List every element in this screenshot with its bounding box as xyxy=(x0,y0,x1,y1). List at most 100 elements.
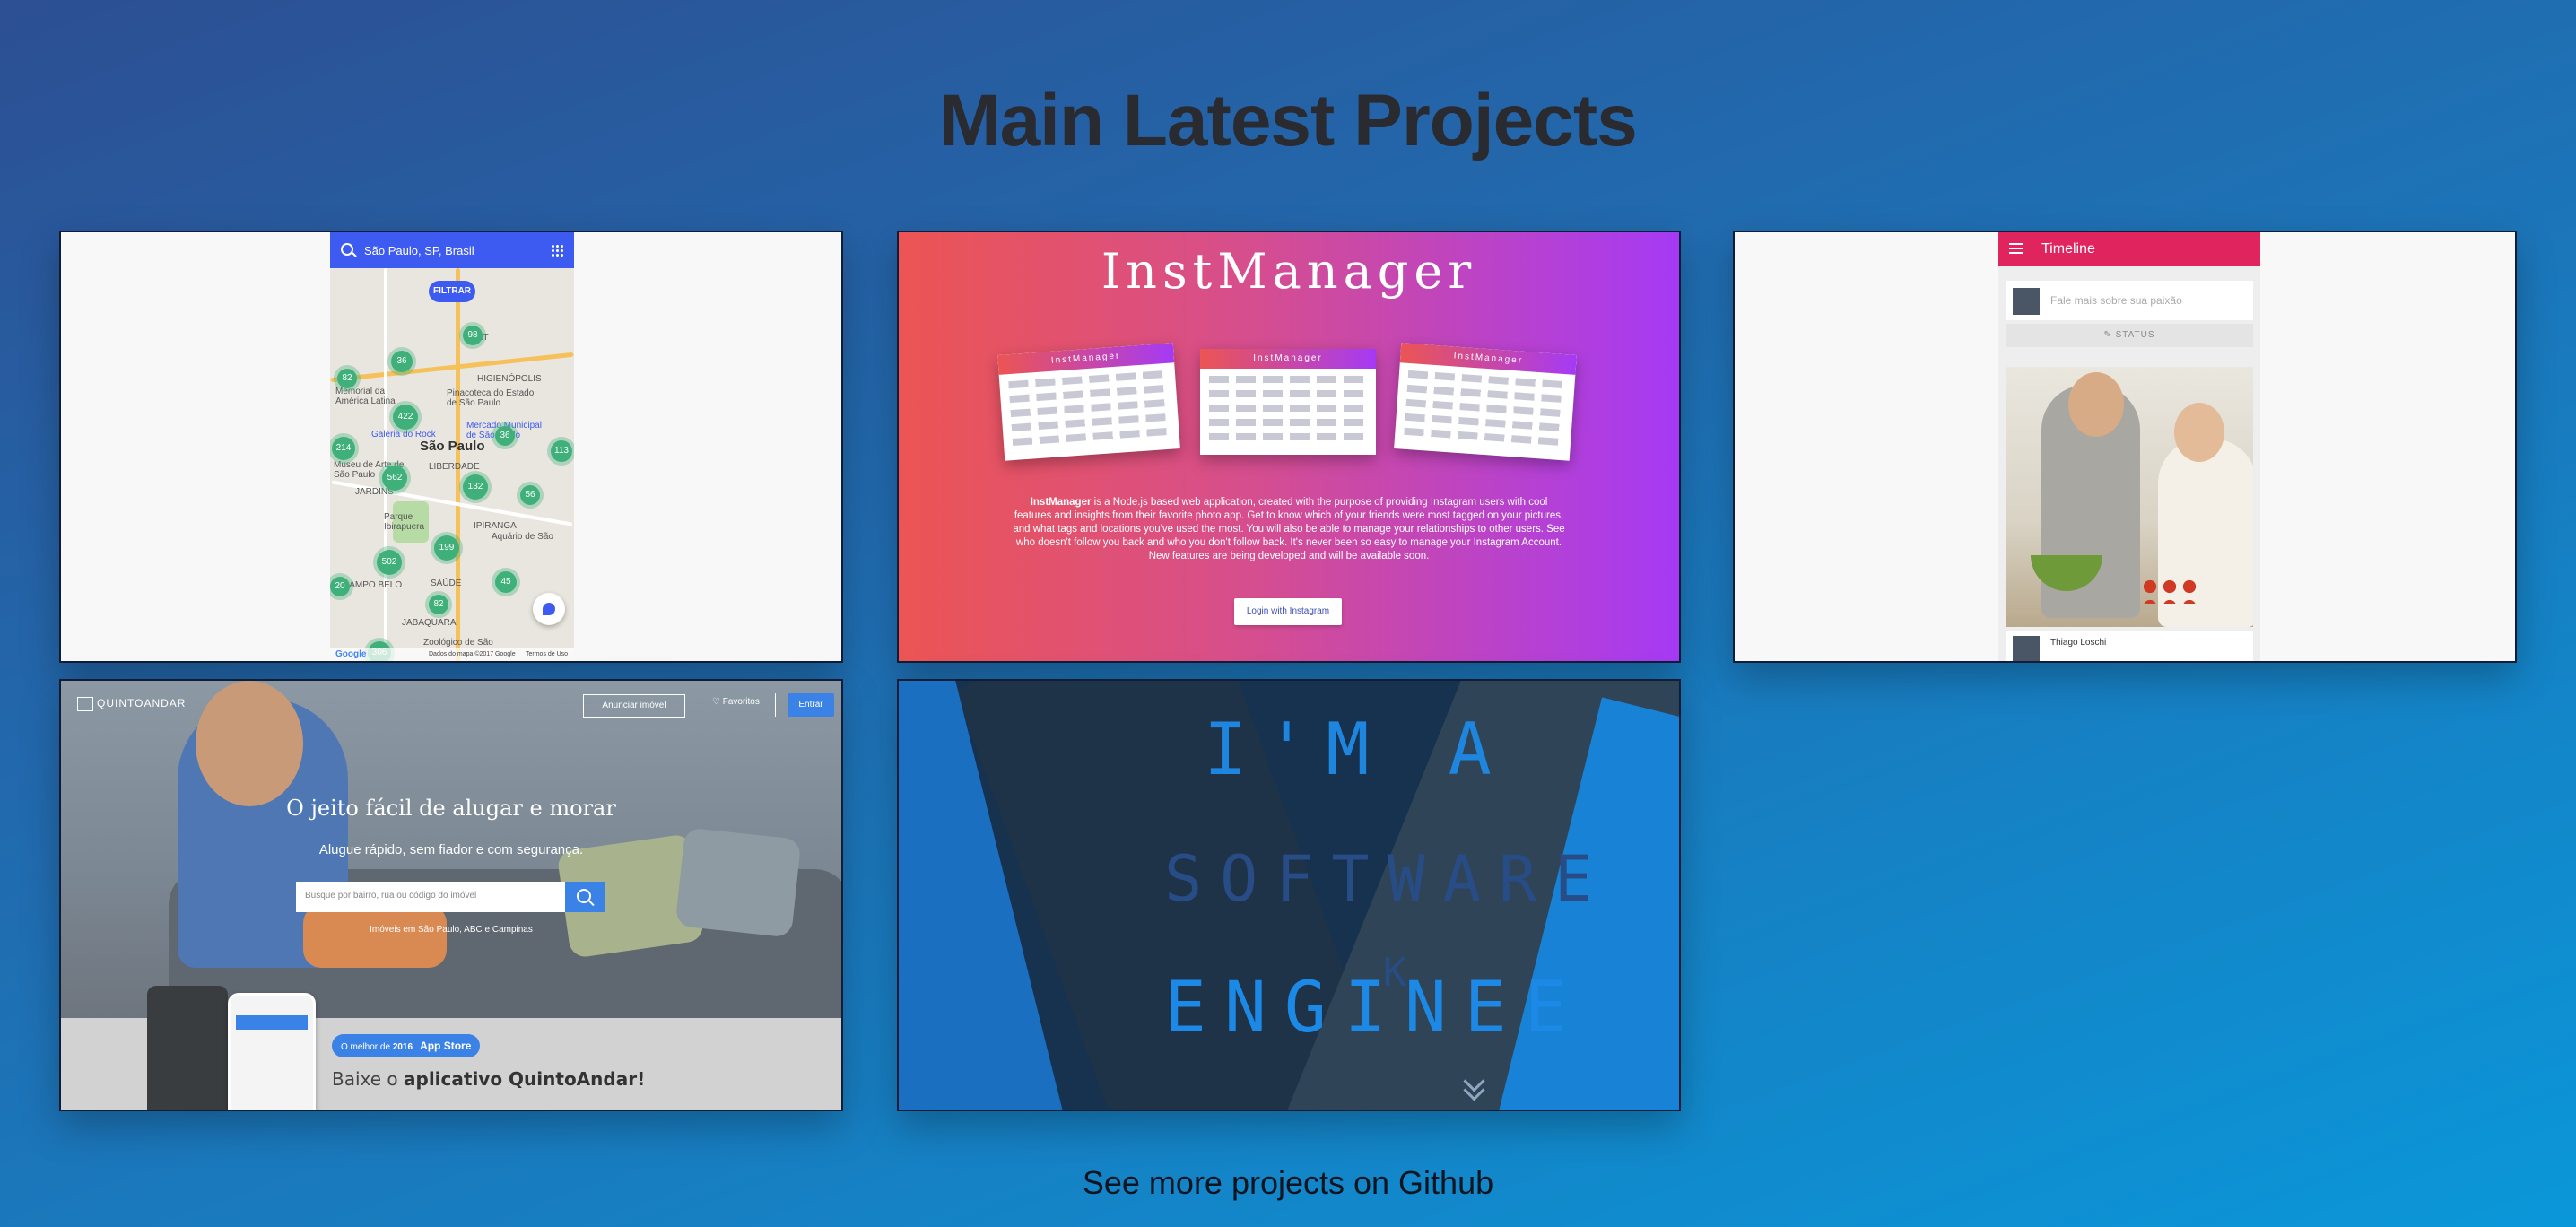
search-icon xyxy=(341,243,353,256)
award-prefix: O melhor de xyxy=(341,1042,391,1052)
timeline-app-bar: Timeline xyxy=(1998,232,2260,266)
map-label: Aquário de São xyxy=(492,532,553,542)
screenshot-header: InstManager xyxy=(997,343,1175,375)
map-terms: Termos de Uso xyxy=(526,651,569,657)
quintoandar-download-heading: Baixe o aplicativo QuintoAndar! xyxy=(332,1068,645,1090)
map-label: HIGIENÓPOLIS xyxy=(477,374,542,384)
entrar-button: Entrar xyxy=(788,693,834,717)
quintoandar-brand: QUINTOANDAR xyxy=(97,697,187,710)
phone-mockup xyxy=(228,993,316,1110)
chevron-down-icon xyxy=(1462,1075,1485,1099)
map-label: SAÚDE xyxy=(431,579,462,588)
instmanager-screenshot: InstManager xyxy=(1394,343,1577,461)
map-cluster: 214 xyxy=(332,437,355,460)
download-app: aplicativo QuintoAndar! xyxy=(404,1068,646,1090)
project-card-timeline[interactable]: Timeline Fale mais sobre sua paixão ✎ ST… xyxy=(1733,231,2517,663)
anunciar-button: Anunciar imóvel xyxy=(583,694,685,718)
heart-icon: ♡ xyxy=(712,697,723,707)
map-cluster: 562 xyxy=(382,466,407,491)
phone-mockup xyxy=(147,986,228,1110)
avatar xyxy=(2013,288,2040,315)
post-author-name: Thiago Loschi xyxy=(2050,638,2107,648)
status-button: ✎ STATUS xyxy=(2006,324,2253,347)
map-label: Memorial da América Latina xyxy=(335,387,396,406)
instmanager-description-text: is a Node.js based web application, crea… xyxy=(1013,497,1565,561)
map-cluster: 502 xyxy=(377,550,402,575)
project-card-instmanager[interactable]: InstManager InstManager InstManager Inst… xyxy=(897,231,1681,663)
map-cluster: 36 xyxy=(391,351,413,372)
map-cluster: 422 xyxy=(393,405,418,430)
award-year: 2016 xyxy=(392,1042,413,1052)
map-label: Zoológico de São xyxy=(423,638,493,648)
map-label: Pinacoteca do Estado de São Paulo xyxy=(447,388,535,408)
quintoandar-subheadline: Alugue rápido, sem fiador e com seguranç… xyxy=(318,842,584,857)
search-placeholder: Busque por bairro, rua ou código do imóv… xyxy=(305,891,477,901)
instmanager-screenshot: InstManager xyxy=(1200,349,1376,455)
project-card-map[interactable]: São Paulo, SP, Brasil FILTRAR SANT Memor… xyxy=(59,231,843,663)
map-cluster: 199 xyxy=(434,535,459,561)
status-label: STATUS xyxy=(2115,330,2155,340)
map-search-bar: São Paulo, SP, Brasil xyxy=(330,232,574,268)
instmanager-name: InstManager xyxy=(1030,497,1092,508)
screenshot-header: InstManager xyxy=(1200,349,1376,369)
map-cluster: 56 xyxy=(520,485,540,505)
app-store-badge: O melhor de 2016 App Store xyxy=(332,1034,481,1057)
map-footer: Google Dados do mapa ©2017 Google Termos… xyxy=(330,648,574,661)
project-card-software-engineer[interactable]: I'M A SOFTWARE ENGINEE K xyxy=(897,679,1681,1111)
page-title: Main Latest Projects xyxy=(939,80,1637,161)
map-cluster: 113 xyxy=(551,440,572,462)
hero-line-2: SOFTWARE xyxy=(1164,842,1611,916)
pencil-icon: ✎ xyxy=(2103,330,2116,340)
search-icon xyxy=(565,882,605,912)
login-instagram-button: Login with Instagram xyxy=(1234,598,1342,625)
compose-box: Fale mais sobre sua paixão xyxy=(2006,281,2253,320)
avatar xyxy=(2013,636,2040,661)
post-author: Thiago Loschi xyxy=(2006,631,2253,661)
github-link[interactable]: See more projects on Github xyxy=(0,1164,2576,1202)
menu-icon xyxy=(2009,243,2023,254)
stray-letter: K xyxy=(1383,950,1407,996)
map-phone-screenshot: São Paulo, SP, Brasil FILTRAR SANT Memor… xyxy=(330,232,574,661)
instmanager-title: InstManager xyxy=(1101,243,1477,300)
hero-line-1: I'M A xyxy=(1204,708,1510,791)
map-label: Parque Ibirapuera xyxy=(384,512,425,532)
map-cluster: 45 xyxy=(495,571,517,593)
map-label: LIBERDADE xyxy=(429,462,480,472)
project-card-quintoandar[interactable]: QUINTOANDAR Anunciar imóvel ♡ Favoritos … xyxy=(59,679,843,1111)
favoritos-link: ♡ Favoritos xyxy=(712,697,760,707)
map-attribution: Dados do mapa ©2017 Google xyxy=(429,651,516,657)
quintoandar-headline: O jeito fácil de alugar e morar xyxy=(286,796,616,821)
map-label: CAMPO BELO xyxy=(343,580,403,590)
house-icon xyxy=(77,697,93,711)
map-cluster: 82 xyxy=(337,369,357,388)
divider xyxy=(775,693,776,717)
map-cluster: 20 xyxy=(330,577,350,596)
hero-line-3: ENGINEE xyxy=(1164,968,1585,1049)
instmanager-description: InstManager is a Node.js based web appli… xyxy=(1012,496,1566,563)
timeline-post-photo xyxy=(2006,367,2253,627)
map-label: IPIRANGA xyxy=(474,521,517,531)
download-prefix: Baixe o xyxy=(332,1068,405,1090)
favoritos-label: Favoritos xyxy=(722,697,760,707)
map-location: São Paulo, SP, Brasil xyxy=(364,244,474,257)
quintoandar-search-field: Busque por bairro, rua ou código do imóv… xyxy=(296,882,565,912)
location-fab-icon xyxy=(533,593,565,625)
quintoandar-hero: QUINTOANDAR Anunciar imóvel ♡ Favoritos … xyxy=(61,681,841,1018)
quintoandar-logo: QUINTOANDAR xyxy=(77,697,186,711)
map-cluster: 98 xyxy=(463,326,483,345)
timeline-title: Timeline xyxy=(2041,241,2095,257)
map-cluster: 82 xyxy=(429,595,448,614)
map-cluster: 132 xyxy=(463,474,488,500)
instmanager-screenshot: InstManager xyxy=(997,343,1180,461)
compose-placeholder: Fale mais sobre sua paixão xyxy=(2050,294,2182,307)
map-cluster: 36 xyxy=(495,426,515,446)
map-city-label: São Paulo xyxy=(420,439,485,454)
grid-icon xyxy=(551,244,563,257)
map-label: JABAQUARA xyxy=(402,618,457,628)
app-store-label: App Store xyxy=(420,1040,472,1052)
screenshot-header: InstManager xyxy=(1399,343,1577,375)
google-logo: Google xyxy=(335,649,367,659)
filter-button: FILTRAR xyxy=(429,281,475,302)
quintoandar-cities: Imóveis em São Paulo, ABC e Campinas xyxy=(370,925,533,935)
timeline-phone-screenshot: Timeline Fale mais sobre sua paixão ✎ ST… xyxy=(1998,232,2260,661)
